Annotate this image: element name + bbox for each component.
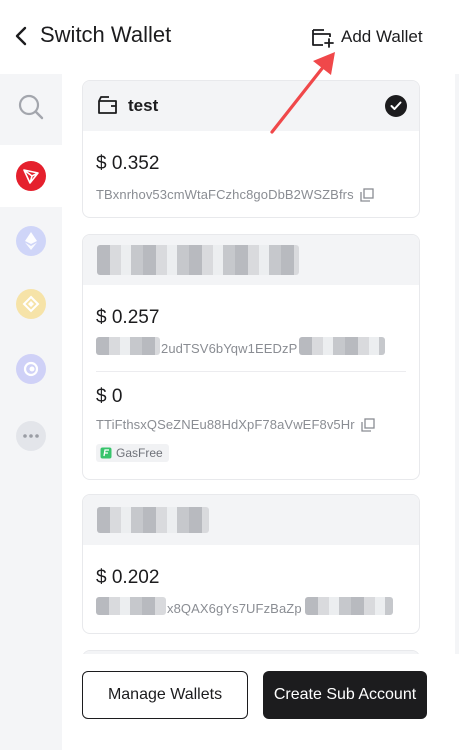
sidebar-item-other-chain[interactable] [0, 338, 62, 400]
sidebar-item-tron[interactable] [0, 145, 62, 207]
account-balance: $ 0 [96, 386, 123, 407]
copy-icon[interactable] [360, 187, 374, 202]
wallet-card[interactable]: test $ 0.352 TBxnrhov53cmWtaFCzhc8goDbB2… [82, 80, 420, 218]
account-address: x8QAX6gYs7UFzBaZp [167, 601, 302, 616]
blurred-wallet-name [97, 245, 299, 275]
header: Switch Wallet Add Wallet [0, 0, 459, 74]
wallet-card[interactable]: $ 0.257 2udTSV6bYqw1EEDzP $ 0 TTiFthsxQS… [82, 234, 420, 480]
wallet-icon [98, 96, 117, 114]
more-icon [16, 421, 46, 451]
account-address: TBxnrhov53cmWtaFCzhc8goDbB2WSZBfrs [96, 187, 354, 202]
account-row[interactable]: $ 0.257 2udTSV6bYqw1EEDzP [83, 285, 419, 371]
blurred-wallet-name [97, 507, 209, 533]
account-row[interactable]: $ 0.202 x8QAX6gYs7UFzBaZp [83, 545, 419, 631]
tron-icon [16, 161, 46, 191]
manage-wallets-button[interactable]: Manage Wallets [82, 671, 248, 719]
wallet-card[interactable]: $ 0.202 x8QAX6gYs7UFzBaZp [82, 494, 420, 634]
gasfree-badge: GasFree [96, 444, 169, 462]
blurred-address-end [305, 597, 393, 615]
bnb-icon [16, 289, 46, 319]
account-row[interactable]: $ 0.352 TBxnrhov53cmWtaFCzhc8goDbB2WSZBf… [83, 131, 419, 217]
account-balance: $ 0.257 [96, 307, 160, 328]
sidebar-item-search[interactable] [0, 76, 62, 138]
wallet-card-header [83, 235, 419, 285]
copy-icon[interactable] [361, 417, 375, 432]
account-address: 2udTSV6bYqw1EEDzP [161, 341, 298, 356]
add-wallet-button[interactable]: Add Wallet [311, 26, 423, 48]
gasfree-icon [100, 447, 112, 459]
add-wallet-icon [312, 29, 334, 48]
wallet-card-header: test [83, 81, 419, 131]
create-sub-account-button[interactable]: Create Sub Account [263, 671, 427, 719]
chain-icon [16, 354, 46, 384]
account-address: TTiFthsxQSeZNEu88HdXpF78aVwEF8v5Hr [96, 417, 355, 432]
account-row[interactable]: $ 0 TTiFthsxQSeZNEu88HdXpF78aVwEF8v5Hr G… [83, 372, 419, 478]
blurred-address-start [96, 337, 160, 355]
blurred-address-end [299, 337, 385, 355]
sidebar-item-bnb[interactable] [0, 273, 62, 335]
sidebar-item-ethereum[interactable] [0, 210, 62, 272]
back-arrow-icon[interactable] [12, 24, 32, 48]
selected-check-icon [385, 95, 407, 117]
page-title: Switch Wallet [40, 22, 172, 47]
chain-sidebar [0, 74, 62, 750]
blurred-address-start [96, 597, 166, 615]
wallet-list: test $ 0.352 TBxnrhov53cmWtaFCzhc8goDbB2… [62, 74, 459, 674]
search-icon [18, 94, 44, 120]
gasfree-label: GasFree [116, 446, 163, 460]
footer: Manage Wallets Create Sub Account [62, 654, 459, 750]
account-balance: $ 0.202 [96, 567, 160, 588]
sidebar-item-more[interactable] [0, 405, 62, 467]
account-balance: $ 0.352 [96, 153, 160, 174]
ethereum-icon [16, 226, 46, 256]
wallet-card-header [83, 495, 419, 545]
add-wallet-label: Add Wallet [341, 27, 423, 46]
wallet-name: test [128, 96, 159, 115]
